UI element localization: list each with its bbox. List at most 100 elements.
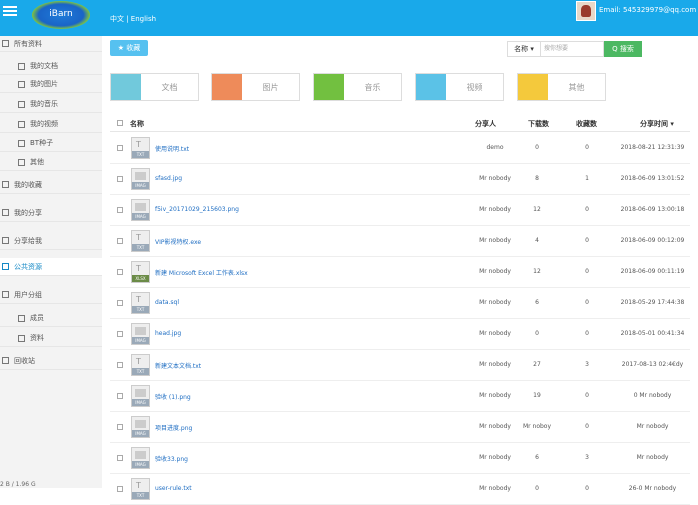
sharer: Mr nobody	[479, 175, 511, 182]
row-checkbox[interactable]	[117, 269, 123, 275]
sidebar-item-other[interactable]: 其他	[0, 154, 102, 171]
file-type-icon: T TXT	[131, 478, 150, 500]
sidebar-item-shared-to-me[interactable]: 分享给我	[0, 232, 102, 250]
sort-select[interactable]: 名称 ▾	[507, 41, 541, 57]
folder-open-icon	[18, 158, 25, 166]
table-row[interactable]: T XLSX 新建 Microsoft Excel 工作表.xlsx Mr nobod…	[110, 257, 690, 288]
favorite-count: 0	[585, 330, 589, 337]
favorite-count: 1	[585, 175, 589, 182]
file-name[interactable]: 验收 (1).png	[155, 392, 191, 401]
table-row[interactable]: T TXT user-rule.txt Mr nobody 0 0 26-0 Mr nobo…	[110, 474, 690, 505]
sidebar-item-bt[interactable]: BT种子	[0, 135, 102, 152]
table-row[interactable]: TIMAG 验收 (1).png Mr nobody 19 0 0 Mr nobody	[110, 381, 690, 412]
file-name[interactable]: 新建 Microsoft Excel 工作表.xlsx	[155, 268, 248, 277]
file-name[interactable]: 使用说明.txt	[155, 144, 189, 153]
category-0[interactable]: 文档	[110, 73, 199, 101]
torrent-icon	[18, 139, 25, 147]
category-label: 音乐	[364, 82, 381, 92]
table-row[interactable]: T TXT data.sql Mr nobody 6 0 2018-05-29 17:44:…	[110, 288, 690, 319]
category-1[interactable]: 图片	[211, 73, 300, 101]
download-count: 0	[535, 330, 539, 337]
file-name[interactable]: data.sql	[155, 299, 179, 306]
category-label: 其他	[568, 82, 585, 92]
share-time: 2018-06-09 13:00:18	[620, 206, 685, 213]
category-2[interactable]: 音乐	[313, 73, 402, 101]
table-row[interactable]: TIMAG sfasd.jpg Mr nobody 8 1 2018-06-09 13:0…	[110, 164, 690, 195]
sharer: Mr nobody	[479, 299, 511, 306]
share-time: 2017-08-13 02:4€dy	[621, 361, 684, 368]
download-count: 4	[535, 237, 539, 244]
col-time[interactable]: 分享时间 ▾	[640, 119, 674, 129]
row-checkbox[interactable]	[117, 331, 123, 337]
film-icon	[18, 120, 25, 128]
sharer: Mr nobody	[479, 423, 511, 430]
favorite-count: 0	[585, 268, 589, 275]
file-type-icon: TIMAG	[131, 168, 150, 190]
download-count: 6	[535, 299, 539, 306]
table-row[interactable]: TIMAG 项目进度.png Mr nobody Mr noboy 0 Mr nobody	[110, 412, 690, 443]
col-sharer[interactable]: 分享人	[475, 119, 496, 129]
sidebar-item-shares[interactable]: 我的分享	[0, 204, 102, 222]
rss-icon	[2, 263, 9, 270]
file-name[interactable]: head.jpg	[155, 330, 181, 337]
sidebar-item-trash[interactable]: 回收站	[0, 352, 102, 370]
file-name[interactable]: user-rule.txt	[155, 485, 192, 492]
sidebar-item-favorites[interactable]: 我的收藏	[0, 176, 102, 194]
row-checkbox[interactable]	[117, 238, 123, 244]
category-icon	[111, 74, 141, 100]
hamburger-menu-icon[interactable]	[3, 4, 17, 18]
share-icon	[2, 209, 9, 216]
search-input[interactable]: 搜你想要	[540, 41, 604, 57]
music-icon	[18, 100, 25, 108]
row-checkbox[interactable]	[117, 486, 123, 492]
sidebar-item-videos[interactable]: 我的视频	[0, 116, 102, 133]
row-checkbox[interactable]	[117, 300, 123, 306]
table-row[interactable]: TIMAG 验收33.png Mr nobody 6 3 Mr nobody	[110, 443, 690, 474]
row-checkbox[interactable]	[117, 207, 123, 213]
col-favorites[interactable]: 收藏数	[576, 119, 597, 129]
table-row[interactable]: TIMAG head.jpg Mr nobody 0 0 2018-05-01 00:41…	[110, 319, 690, 350]
category-icon	[314, 74, 344, 100]
share-time: 2018-05-29 17:44:38	[620, 299, 685, 306]
sidebar-item-docs[interactable]: 我的文档	[0, 58, 102, 75]
file-name[interactable]: f5iv_20171029_215603.png	[155, 206, 239, 213]
language-switch[interactable]: 中文 | English	[110, 14, 156, 24]
file-name[interactable]: 项目进度.png	[155, 423, 192, 432]
file-name[interactable]: 验收33.png	[155, 454, 188, 463]
avatar[interactable]	[576, 1, 596, 21]
sidebar-item-all-files[interactable]: 所有资料	[0, 36, 102, 52]
table-row[interactable]: T TXT 新建文本文档.txt Mr nobody 27 3 2017-08-13 02:…	[110, 350, 690, 381]
category-4[interactable]: 其他	[517, 73, 606, 101]
row-checkbox[interactable]	[117, 393, 123, 399]
row-checkbox[interactable]	[117, 455, 123, 461]
row-checkbox[interactable]	[117, 176, 123, 182]
file-type-icon: TIMAG	[131, 199, 150, 221]
col-downloads[interactable]: 下载数	[528, 119, 549, 129]
download-count: Mr noboy	[522, 423, 552, 430]
sidebar-item-public[interactable]: 公共资源	[0, 258, 102, 276]
search-button[interactable]: Q 搜索	[604, 41, 642, 57]
sidebar-item-music[interactable]: 我的音乐	[0, 96, 102, 113]
table-row[interactable]: T TXT VIP影视特权.exe Mr nobody 4 0 2018-06-09 00:…	[110, 226, 690, 257]
file-name[interactable]: sfasd.jpg	[155, 175, 182, 182]
sidebar-item-data[interactable]: 资料	[0, 330, 102, 347]
file-type-icon: TIMAG	[131, 323, 150, 345]
logo[interactable]: iBarn	[32, 1, 90, 29]
table-row[interactable]: TIMAG f5iv_20171029_215603.png Mr nobody 12…	[110, 195, 690, 226]
sidebar-item-user-groups[interactable]: 用户分组	[0, 286, 102, 304]
collect-button[interactable]: ★ 收藏	[110, 40, 148, 56]
select-all-checkbox[interactable]	[117, 120, 123, 126]
sidebar-item-images[interactable]: 我的图片	[0, 76, 102, 93]
col-name[interactable]: 名称	[130, 119, 144, 129]
row-checkbox[interactable]	[117, 145, 123, 151]
sidebar-item-members[interactable]: 成员	[0, 310, 102, 327]
row-checkbox[interactable]	[117, 362, 123, 368]
file-type-icon: TIMAG	[131, 447, 150, 469]
category-3[interactable]: 视频	[415, 73, 504, 101]
user-email[interactable]: Email: 545329979@qq.com	[599, 6, 696, 14]
table-row[interactable]: T TXT 使用说明.txt demo 0 0 2018-08-21 12:31:39	[110, 133, 690, 164]
file-name[interactable]: VIP影视特权.exe	[155, 237, 201, 246]
sharer: demo	[486, 144, 504, 151]
file-name[interactable]: 新建文本文档.txt	[155, 361, 201, 370]
row-checkbox[interactable]	[117, 424, 123, 430]
